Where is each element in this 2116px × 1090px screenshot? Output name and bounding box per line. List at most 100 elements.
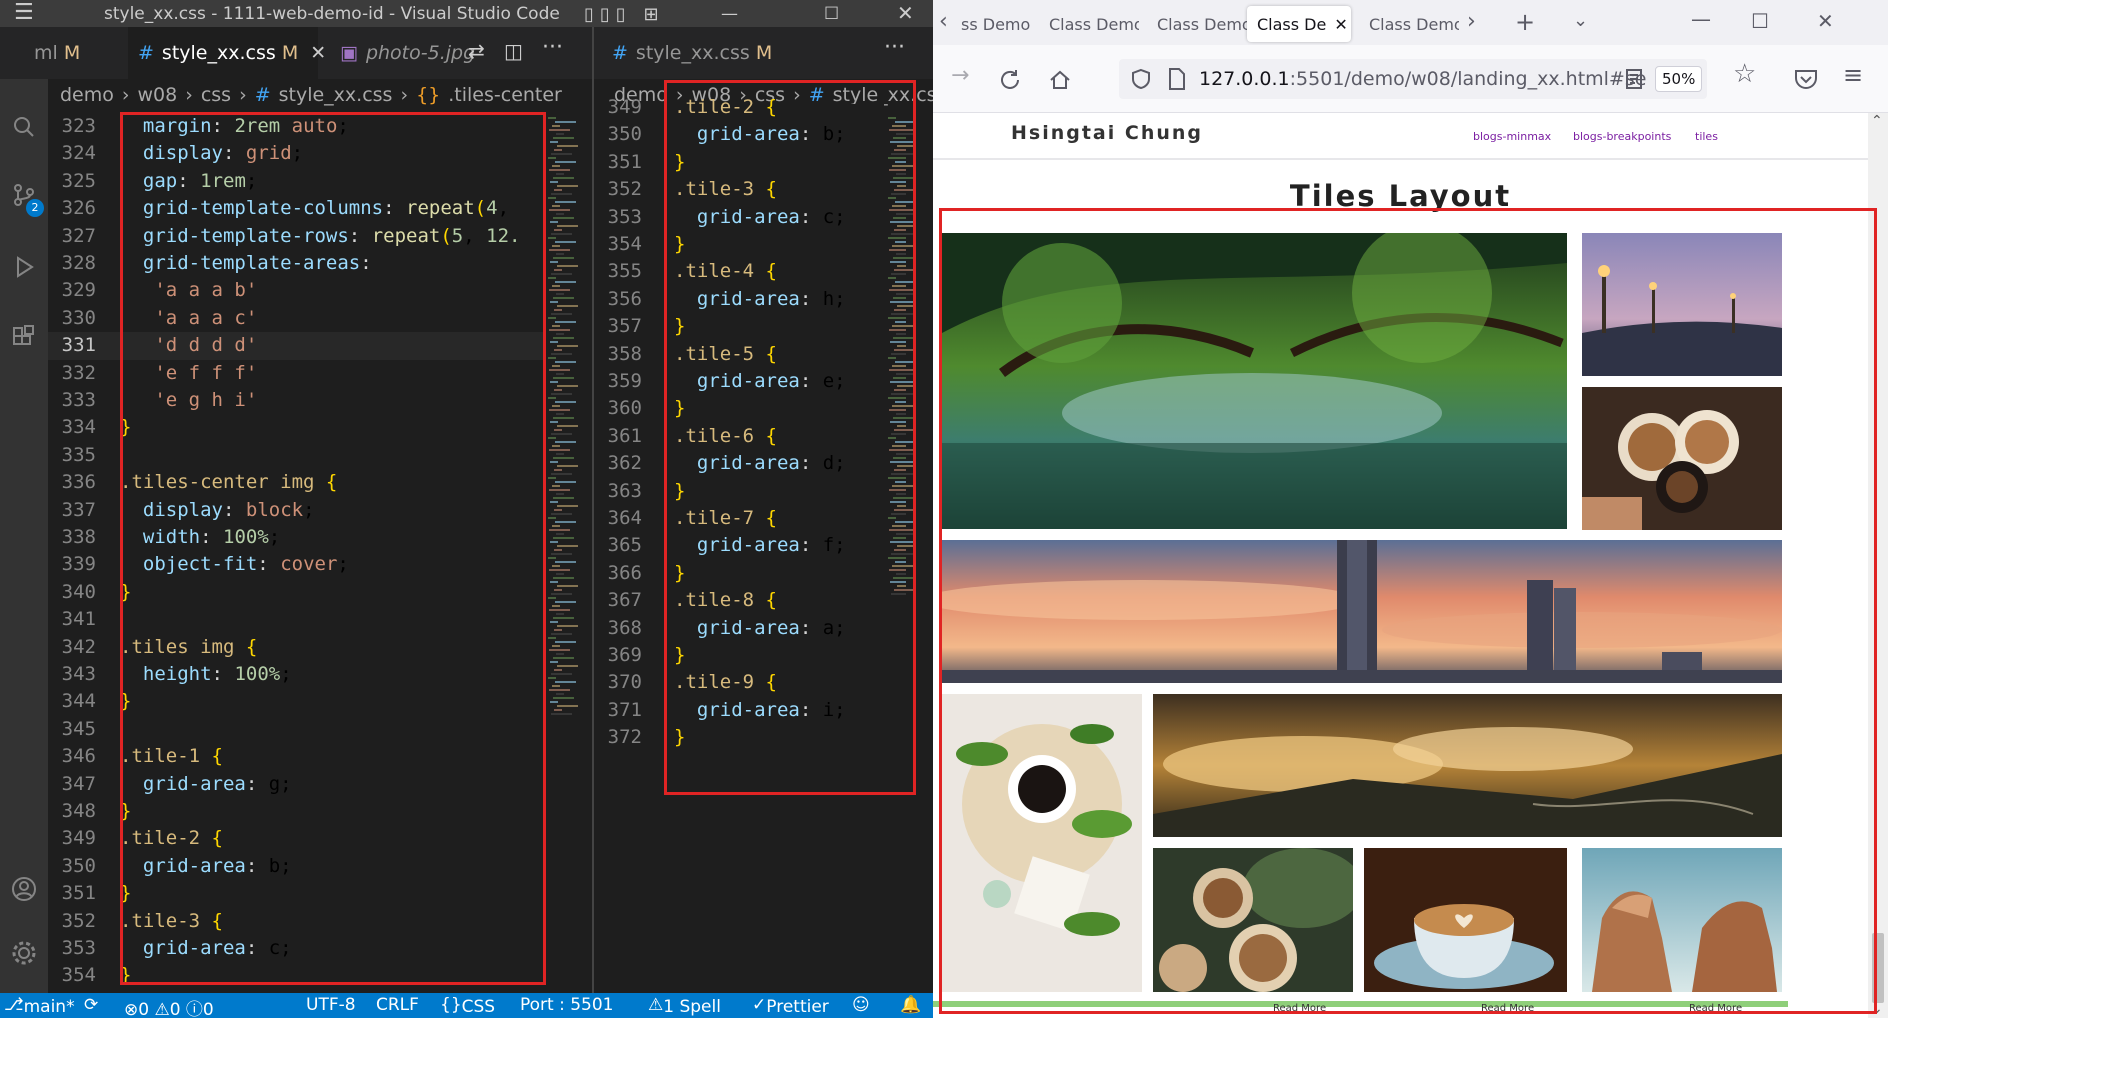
language-status[interactable]: {} CSS: [440, 995, 495, 1017]
minimize-button[interactable]: —: [1691, 7, 1711, 31]
code-line[interactable]: 347 grid-area: g;: [48, 771, 544, 798]
code-line[interactable]: 358 .tile-5 {: [594, 341, 884, 368]
code-line[interactable]: 324 display: grid;: [48, 140, 544, 167]
nav-link-tiles[interactable]: tiles: [1695, 130, 1718, 143]
code-line[interactable]: 363}: [594, 478, 884, 505]
code-line[interactable]: 335: [48, 442, 544, 469]
scrollbar-thumb[interactable]: [1872, 933, 1884, 1003]
code-line[interactable]: 336 .tiles-center img {: [48, 469, 544, 496]
scroll-tabs-left-icon[interactable]: ‹: [939, 9, 948, 34]
code-line[interactable]: 365 grid-area: f;: [594, 532, 884, 559]
code-line[interactable]: 359 grid-area: e;: [594, 368, 884, 395]
branch-status[interactable]: ⎇ main*: [4, 995, 75, 1017]
notifications-icon[interactable]: 🔔: [900, 995, 921, 1015]
close-tab-icon[interactable]: ✕: [1334, 15, 1347, 34]
tile-mountain-clouds[interactable]: [1153, 694, 1782, 837]
nav-link-blogs-minmax[interactable]: blogs-minmax: [1473, 130, 1551, 143]
zoom-level-button[interactable]: 50%: [1655, 66, 1703, 92]
reader-view-icon[interactable]: [1623, 67, 1645, 91]
close-button[interactable]: ✕: [1817, 9, 1834, 33]
code-line[interactable]: 339 object-fit: cover;: [48, 551, 544, 578]
read-more-link[interactable]: Read More: [1273, 1003, 1326, 1014]
code-line[interactable]: 333 'e g h i': [48, 387, 544, 414]
code-line[interactable]: 323 margin: 2rem auto;: [48, 113, 544, 140]
app-menu-icon[interactable]: ≡: [1843, 61, 1863, 89]
code-line[interactable]: 325 gap: 1rem;: [48, 168, 544, 195]
layout-icons[interactable]: ▯▯▯ ⊞: [584, 4, 665, 25]
page-info-icon[interactable]: [1167, 67, 1187, 91]
tab-html[interactable]: ml M: [24, 27, 86, 79]
code-line[interactable]: 345: [48, 716, 544, 743]
tile-coffee-leaves[interactable]: [942, 694, 1142, 992]
code-line[interactable]: 334}: [48, 414, 544, 441]
left-minimap[interactable]: [544, 113, 592, 993]
breadcrumb-item[interactable]: w08: [138, 84, 178, 106]
code-line[interactable]: 351}: [594, 149, 884, 176]
code-line[interactable]: 356 grid-area: h;: [594, 286, 884, 313]
code-line[interactable]: 331 'd d d d': [48, 332, 544, 360]
code-line[interactable]: 348}: [48, 798, 544, 825]
tile-mangrove-river[interactable]: [942, 233, 1567, 529]
tile-taipei-101-skyline[interactable]: [942, 540, 1782, 683]
tab-style-css[interactable]: # style_xx.css M ✕: [128, 27, 326, 79]
left-code-editor[interactable]: 323 margin: 2rem auto; 324 display: grid;…: [48, 113, 544, 993]
code-line[interactable]: 338 width: 100%;: [48, 524, 544, 551]
tile-heart-latte[interactable]: [1364, 848, 1567, 992]
code-line[interactable]: 355 .tile-4 {: [594, 258, 884, 285]
site-brand[interactable]: Hsingtai Chung: [1011, 122, 1203, 144]
maximize-button[interactable]: ☐: [824, 4, 839, 24]
code-line[interactable]: 330 'a a a c': [48, 305, 544, 332]
tile-coffee-cheers[interactable]: [1582, 387, 1782, 530]
code-line[interactable]: 364 .tile-7 {: [594, 505, 884, 532]
run-debug-icon[interactable]: [0, 247, 48, 287]
code-line[interactable]: 370 .tile-9 {: [594, 669, 884, 696]
menu-icon[interactable]: ☰: [14, 0, 34, 25]
list-tabs-icon[interactable]: ⌄: [1573, 10, 1588, 31]
code-line[interactable]: 340}: [48, 579, 544, 606]
spell-status[interactable]: ⚠ 1 Spell: [648, 995, 721, 1017]
source-control-icon[interactable]: 2: [0, 175, 48, 217]
home-icon[interactable]: [1047, 67, 1073, 93]
breadcrumb-item[interactable]: css: [201, 84, 231, 106]
bookmark-star-icon[interactable]: ☆: [1733, 59, 1756, 89]
breadcrumb-item[interactable]: demo: [60, 84, 114, 106]
code-line[interactable]: 366}: [594, 560, 884, 587]
encoding-status[interactable]: UTF-8: [306, 995, 356, 1015]
code-line[interactable]: 351}: [48, 880, 544, 907]
code-line[interactable]: 354}: [594, 231, 884, 258]
page-scrollbar[interactable]: ⌃ ⌄: [1868, 113, 1888, 1018]
code-line[interactable]: 329 'a a a b': [48, 277, 544, 304]
feedback-icon[interactable]: ☺: [852, 995, 870, 1015]
code-line[interactable]: 350 grid-area: b;: [594, 121, 884, 148]
minimize-button[interactable]: —: [721, 4, 738, 24]
read-more-link[interactable]: Read More: [1481, 1003, 1534, 1014]
pocket-icon[interactable]: [1793, 67, 1819, 91]
code-line[interactable]: 357}: [594, 313, 884, 340]
tile-bridge-lamps[interactable]: [1582, 233, 1782, 376]
problems-status[interactable]: ⊗0 ⚠0 ⓘ0: [124, 995, 214, 1018]
code-line[interactable]: 349 .tile-2 {: [48, 825, 544, 852]
settings-gear-icon[interactable]: [0, 933, 48, 973]
new-tab-icon[interactable]: +: [1515, 8, 1535, 36]
breadcrumb-item[interactable]: .tiles-center: [448, 84, 562, 106]
sync-icon[interactable]: ⟳: [84, 995, 98, 1015]
url-bar[interactable]: 127.0.0.1:5501/demo/w08/landing_xx.html#…: [1119, 59, 1707, 99]
code-line[interactable]: 346 .tile-1 {: [48, 743, 544, 770]
maximize-button[interactable]: ☐: [1751, 9, 1769, 33]
code-line[interactable]: 343 height: 100%;: [48, 661, 544, 688]
code-line[interactable]: 342 .tiles img {: [48, 634, 544, 661]
code-line[interactable]: 361 .tile-6 {: [594, 423, 884, 450]
read-more-link[interactable]: Read More: [1689, 1003, 1742, 1014]
browser-tab[interactable]: Class Demo: [1147, 6, 1247, 42]
prettier-status[interactable]: ✓ Prettier: [752, 995, 829, 1017]
code-line[interactable]: 344}: [48, 688, 544, 715]
code-line[interactable]: 368 grid-area: a;: [594, 615, 884, 642]
code-line[interactable]: 350 grid-area: b;: [48, 853, 544, 880]
code-line[interactable]: 362 grid-area: d;: [594, 450, 884, 477]
code-line[interactable]: 327 grid-template-rows: repeat(5, 12.: [48, 223, 544, 250]
code-line[interactable]: 369}: [594, 642, 884, 669]
browser-tab[interactable]: ss Demo: [951, 6, 1051, 42]
browser-tab-active[interactable]: Class De ✕: [1247, 6, 1351, 42]
code-line[interactable]: 332 'e f f f': [48, 360, 544, 387]
more-actions-icon[interactable]: ···: [884, 35, 905, 60]
